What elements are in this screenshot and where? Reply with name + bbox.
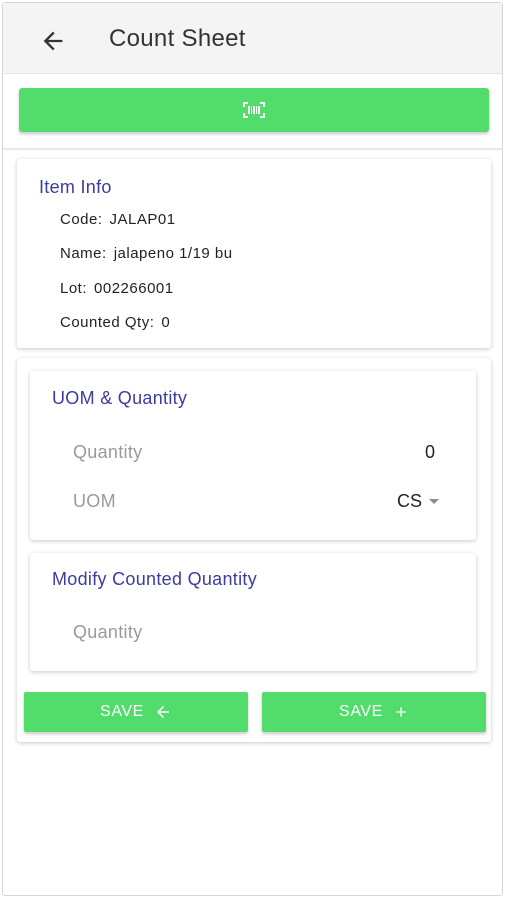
- scan-button[interactable]: [19, 88, 489, 132]
- item-name-row: Name: jalapeno 1/19 bu: [60, 245, 233, 262]
- item-name-label: Name:: [60, 245, 107, 262]
- uom-select[interactable]: CS: [397, 491, 439, 512]
- count-form-card: UOM & Quantity Quantity 0 UOM CS Modify …: [17, 358, 491, 742]
- uom-quantity-heading: UOM & Quantity: [52, 388, 188, 408]
- arrow-left-icon: [154, 703, 172, 721]
- counted-qty-value: 0: [161, 314, 171, 331]
- item-info-card: Item Info Code: JALAP01 Name: jalapeno 1/1…: [17, 159, 491, 348]
- item-lot-label: Lot:: [60, 280, 88, 297]
- barcode-scan-icon: [243, 102, 265, 118]
- divider: [3, 148, 502, 150]
- modify-quantity-input[interactable]: Quantity: [73, 622, 433, 643]
- counted-qty-label: Counted Qty:: [60, 314, 155, 331]
- save-back-button[interactable]: SAVE: [24, 692, 248, 732]
- item-code-value: JALAP01: [109, 211, 176, 228]
- counted-qty-row: Counted Qty: 0: [60, 314, 170, 331]
- save-back-label: SAVE: [100, 703, 144, 720]
- uom-quantity-card: UOM & Quantity Quantity 0 UOM CS: [30, 371, 476, 540]
- arrow-left-icon: [43, 31, 63, 51]
- app-bar: Count Sheet: [3, 3, 502, 74]
- uom-label: UOM: [73, 491, 116, 511]
- item-lot-value: 002266001: [94, 280, 174, 297]
- plus-icon: [393, 704, 409, 720]
- save-add-button[interactable]: SAVE: [262, 692, 486, 732]
- uom-selected-value: CS: [396, 491, 422, 511]
- back-button[interactable]: [39, 27, 67, 55]
- modify-counted-heading: Modify Counted Quantity: [52, 569, 258, 589]
- item-name-value: jalapeno 1/19 bu: [113, 245, 233, 262]
- page-title: Count Sheet: [109, 25, 246, 52]
- chevron-down-icon: [429, 499, 439, 505]
- quantity-input[interactable]: 0: [425, 442, 435, 463]
- item-code-row: Code: JALAP01: [60, 211, 176, 228]
- item-code-label: Code:: [60, 211, 103, 228]
- quantity-label: Quantity: [73, 442, 143, 462]
- item-lot-row: Lot: 002266001: [60, 280, 174, 297]
- save-add-label: SAVE: [339, 703, 383, 720]
- modify-counted-card: Modify Counted Quantity Quantity: [30, 553, 476, 671]
- item-info-heading: Item Info: [39, 177, 112, 197]
